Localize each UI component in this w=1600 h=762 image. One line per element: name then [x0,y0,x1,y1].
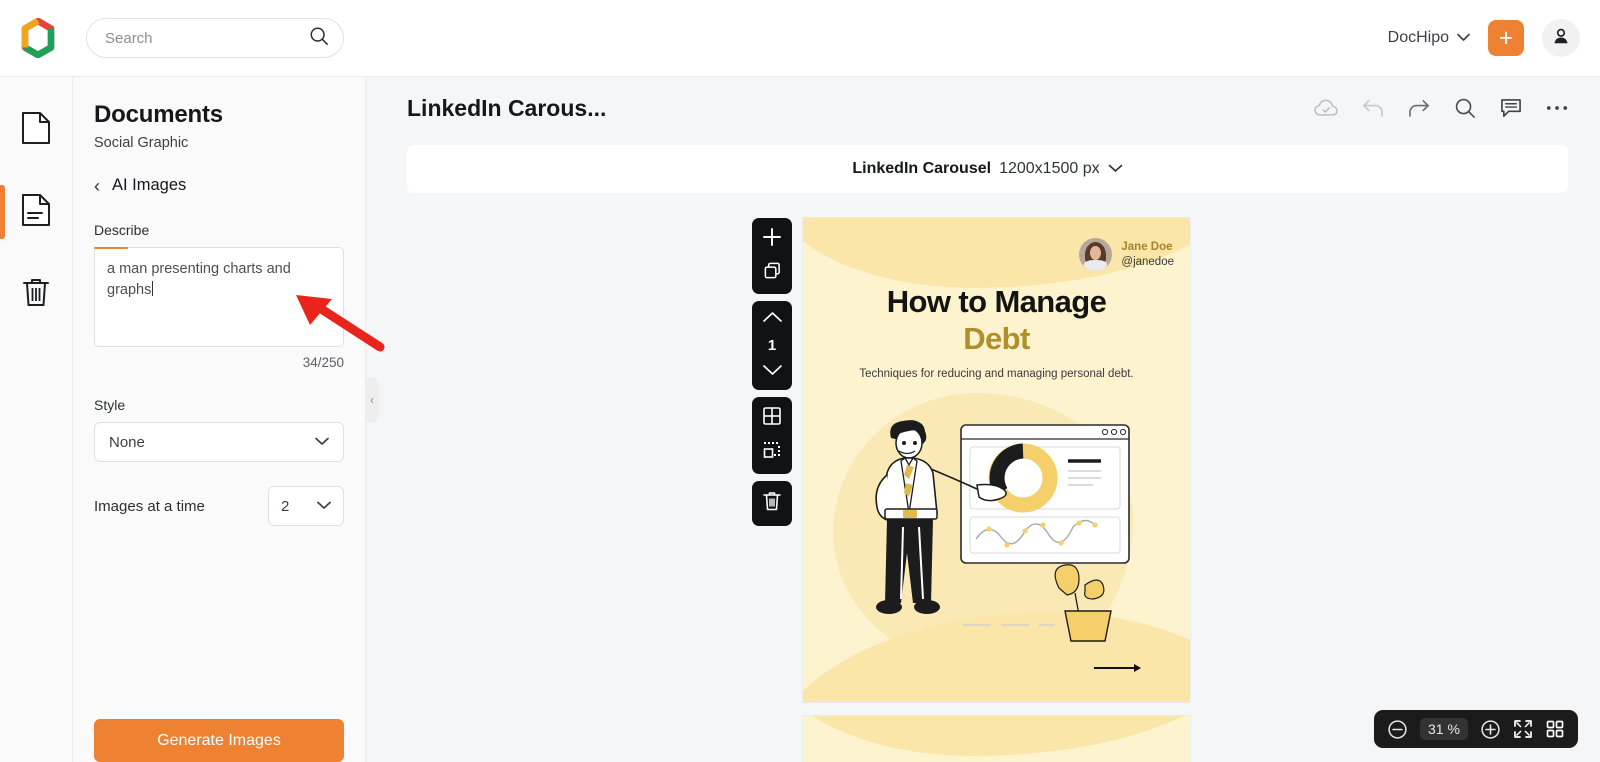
search-bar[interactable] [86,18,344,58]
rail-item-my-designs[interactable] [0,179,73,245]
chevron-down-icon[interactable] [762,363,783,381]
author-name: Jane Doe [1121,241,1173,254]
canvas-title-line1[interactable]: How to Manage [803,284,1190,320]
describe-label: Describe [94,222,150,238]
images-count-value: 2 [281,497,290,515]
canvas-template-name: LinkedIn Carousel [852,160,992,177]
canvas-title-line2[interactable]: Debt [803,321,1190,357]
account-button[interactable] [1542,19,1580,57]
decorative-wave-top [803,716,1190,756]
top-bar: DocHipo + [0,0,1600,77]
page-title: Documents [94,101,223,128]
editor-area: LinkedIn Carous... LinkedIn Carousel 120… [366,77,1600,762]
comment-icon[interactable] [1500,98,1522,119]
search-icon[interactable] [309,26,329,51]
document-title[interactable]: LinkedIn Carous... [407,95,606,122]
trash-icon [21,275,51,314]
current-page-number: 1 [767,337,777,354]
zoom-controls: 31 % [1373,710,1578,748]
redo-icon[interactable] [1408,98,1430,118]
undo-icon[interactable] [1362,98,1384,118]
dochipo-play-logo-icon[interactable] [18,17,58,59]
chevron-up-icon[interactable] [762,310,783,328]
canvas-area: 1 Jane Doe @janedoe How to Manage Debt T… [366,218,1600,762]
rail-item-trash[interactable] [0,261,73,327]
style-value: None [109,433,145,451]
style-select[interactable]: None [94,422,344,462]
grid-layout-icon[interactable] [762,406,782,431]
chevron-left-icon: ‹ [94,175,100,196]
text-caret [152,281,154,297]
zoom-out-icon[interactable] [1387,719,1408,740]
canvas-subtitle[interactable]: Techniques for reducing and managing per… [843,366,1150,383]
back-label: AI Images [112,176,187,194]
brand-menu[interactable]: DocHipo [1388,29,1470,47]
zoom-value: 31 [1427,721,1444,737]
right-arrow-icon[interactable] [1094,660,1142,672]
describe-value: a man presenting charts and graphs [107,261,291,299]
back-to-ai-images[interactable]: ‹ AI Images [94,176,337,195]
editor-header: LinkedIn Carous... [366,77,1600,139]
chevron-down-icon [1457,29,1470,47]
canvas-page-1[interactable]: Jane Doe @janedoe How to Manage Debt Tec… [803,218,1190,702]
zoom-unit: % [1447,721,1460,737]
avatar [1079,238,1113,271]
fullscreen-expand-icon[interactable] [1513,719,1533,739]
grid-view-icon[interactable] [1545,719,1565,739]
page-navigation-group: 1 [752,301,792,390]
char-counter: 34/250 [302,355,344,370]
author-handle: @janedoe [1121,255,1174,268]
rail-item-documents[interactable] [0,97,73,163]
style-label: Style [94,397,126,413]
app-root: DocHipo + [0,0,1600,762]
duplicate-icon[interactable] [763,261,782,285]
generate-images-button[interactable]: Generate Images [94,719,344,762]
cloud-saved-icon[interactable] [1314,99,1338,117]
topbar-right-group: DocHipo + [1388,19,1600,57]
more-options-icon[interactable] [1546,104,1568,112]
images-count-label: Images at a time [94,497,205,515]
zoom-level[interactable]: 31 % [1419,718,1468,740]
describe-input[interactable]: a man presenting charts and graphs [94,247,344,347]
editor-toolbar [1314,97,1568,119]
zoom-in-icon[interactable] [1480,719,1501,740]
panel-subtitle: Social Graphic [94,135,189,151]
plus-icon: + [1498,23,1514,52]
page-layout-group [752,397,792,474]
page-toolbar: 1 [752,218,792,526]
canvas-page-2[interactable] [803,716,1190,762]
chevron-down-icon [315,435,329,449]
page-delete-group[interactable] [752,481,792,526]
plus-icon[interactable] [762,227,782,252]
canvas-dimensions: 1200x1500 px [999,160,1100,177]
canvas-size-bar[interactable]: LinkedIn Carousel 1200x1500 px [407,145,1568,193]
search-input[interactable] [105,29,309,47]
document-blank-icon [21,111,51,150]
images-count-select[interactable]: 2 [268,486,344,526]
left-icon-rail [0,77,73,762]
man-presenting-charts-illustration[interactable] [843,403,1143,653]
select-crop-icon[interactable] [762,440,782,465]
user-avatar-icon [1551,26,1571,51]
trash-icon[interactable] [762,490,782,517]
chevron-down-icon [317,499,331,513]
author-block[interactable]: Jane Doe @janedoe [1079,238,1174,271]
document-lines-icon [21,193,51,232]
chevron-down-icon[interactable] [1108,160,1123,178]
add-new-button[interactable]: + [1488,20,1524,56]
brand-label: DocHipo [1387,29,1449,46]
images-count-row: Images at a time 2 [94,486,344,526]
page-add-group [752,218,792,294]
panel-collapse-handle[interactable]: ‹ [365,378,379,422]
side-panel: Documents Social Graphic ‹ AI Images Des… [73,77,366,762]
search-icon[interactable] [1454,97,1476,119]
